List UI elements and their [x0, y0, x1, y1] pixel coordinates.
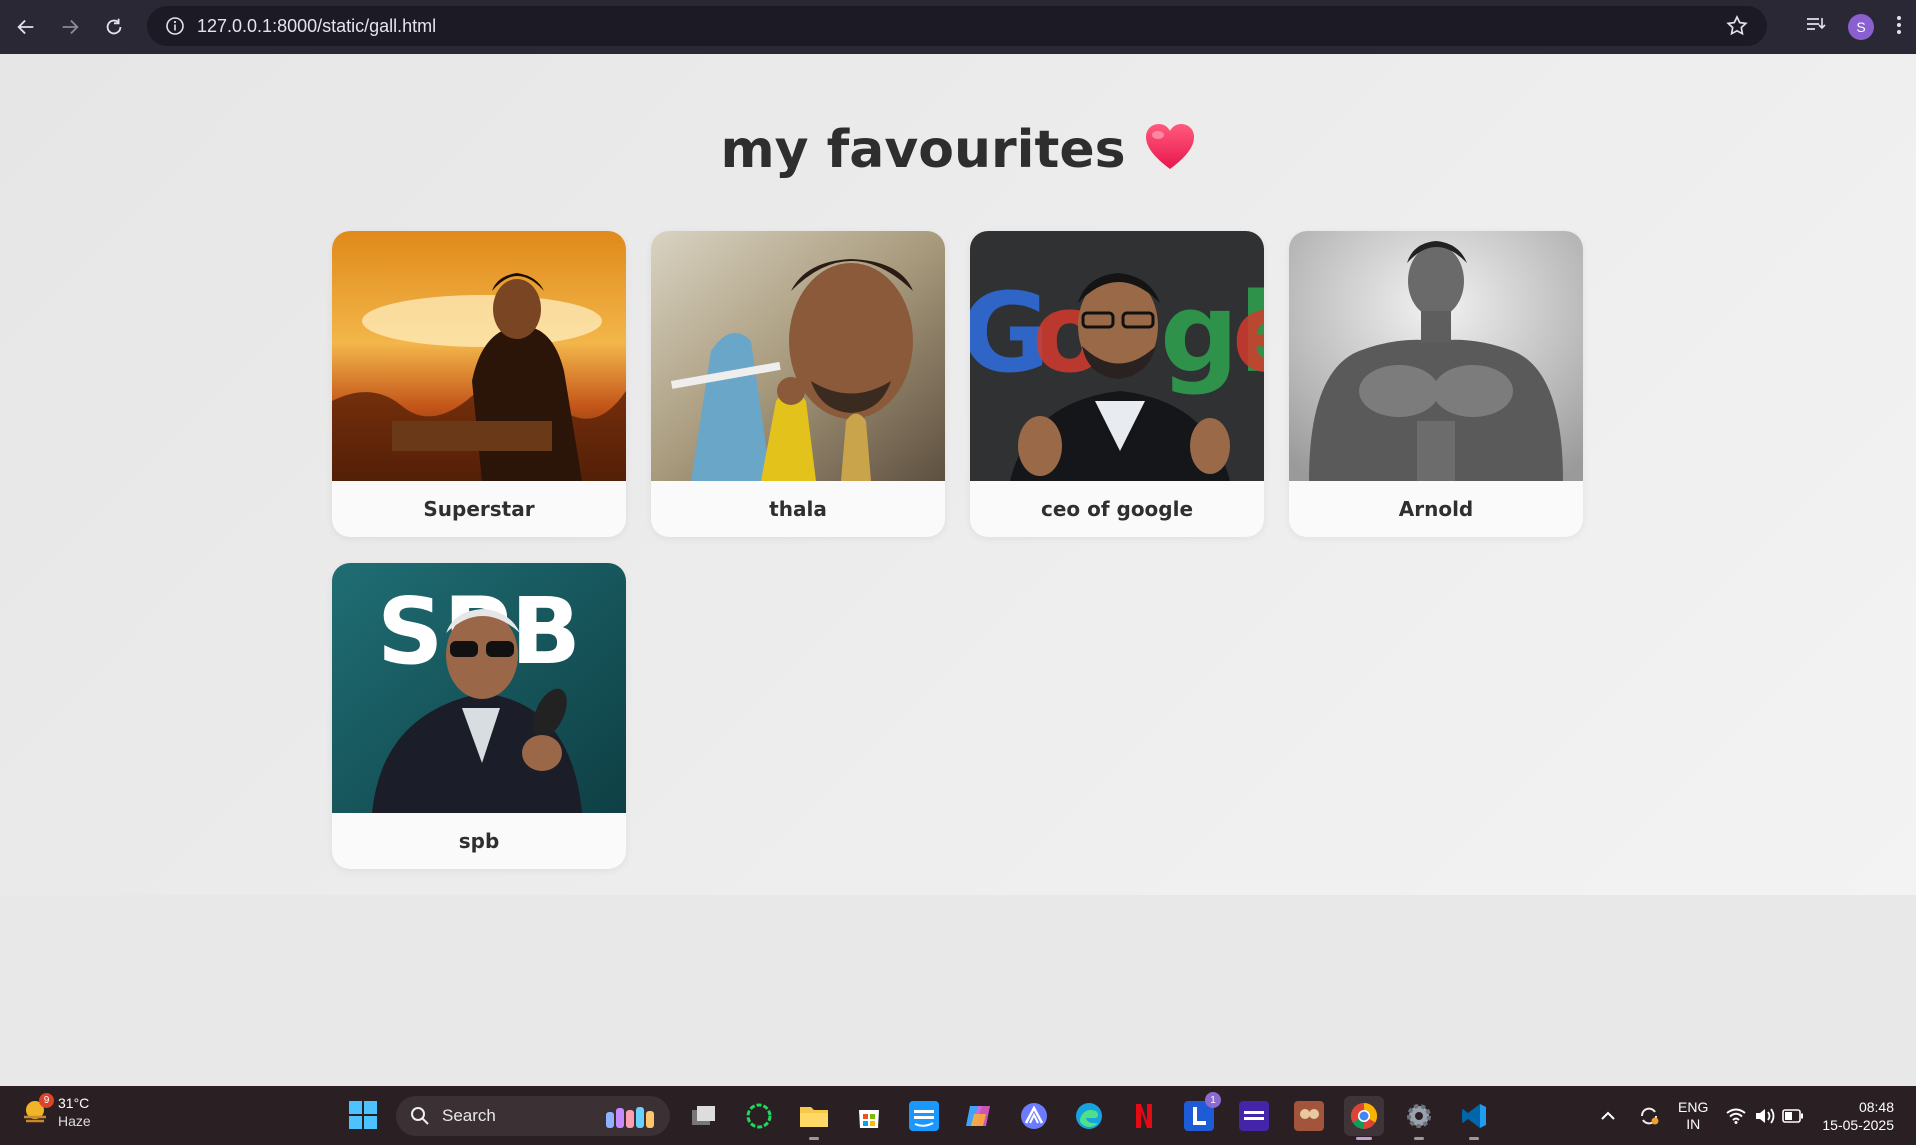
- gear-icon: [1407, 1104, 1431, 1128]
- spb-photo: SPB: [332, 563, 626, 813]
- search-label: Search: [442, 1106, 496, 1125]
- task-view-icon: [692, 1106, 715, 1125]
- copilot-button[interactable]: [959, 1096, 999, 1136]
- battery-icon[interactable]: [1782, 1108, 1804, 1123]
- chrome-button[interactable]: [1344, 1096, 1384, 1140]
- region-code: IN: [1686, 1115, 1701, 1132]
- card-caption: thala: [769, 497, 827, 521]
- page-title-text: my favourites: [720, 120, 1126, 180]
- l-app-button[interactable]: 1: [1179, 1092, 1221, 1136]
- proton-icon: [1021, 1103, 1047, 1129]
- weather-haze-icon: 9: [20, 1093, 54, 1127]
- ceo-of-google-photo: G o gl e: [970, 231, 1264, 481]
- prime-video-icon: [909, 1101, 939, 1131]
- thala-photo: [651, 231, 945, 481]
- svg-text:e: e: [1232, 269, 1264, 397]
- profile-avatar[interactable]: S: [1848, 14, 1874, 40]
- clock-date: 15-05-2025: [1822, 1116, 1894, 1133]
- superstar-photo: [332, 231, 626, 481]
- amazon-music-icon: [1239, 1101, 1269, 1131]
- arnold-photo: [1289, 231, 1583, 481]
- app-running-indicator: [1414, 1137, 1424, 1140]
- heart-icon: [1145, 124, 1194, 169]
- weather-badge: 9: [39, 1093, 54, 1108]
- page-empty-area: [0, 895, 1916, 1086]
- app-running-indicator: [1469, 1137, 1479, 1140]
- search-highlight-icon: [606, 1107, 654, 1128]
- pinned-apps: 1: [684, 1092, 1494, 1140]
- green-circle-app[interactable]: [739, 1096, 779, 1136]
- forward-button[interactable]: [50, 7, 90, 47]
- card-caption: Arnold: [1398, 497, 1474, 521]
- task-view-button[interactable]: [684, 1096, 724, 1136]
- gallery-card-arnold[interactable]: Arnold: [1289, 231, 1583, 537]
- start-button[interactable]: [348, 1100, 378, 1130]
- clock-time: 08:48: [1858, 1098, 1894, 1115]
- photo-app-button[interactable]: [1289, 1096, 1329, 1136]
- settings-button[interactable]: [1399, 1096, 1439, 1140]
- proton-app-button[interactable]: [1014, 1096, 1054, 1136]
- language-indicator[interactable]: ENG IN: [1678, 1099, 1708, 1133]
- page-title: my favourites: [0, 120, 1916, 180]
- microsoft-store-button[interactable]: [849, 1096, 889, 1136]
- copilot-icon: [966, 1106, 990, 1126]
- url-text[interactable]: 127.0.0.1:8000/static/gall.html: [197, 16, 436, 37]
- weather-widget[interactable]: 9 31°C Haze: [20, 1093, 91, 1130]
- netflix-icon: [1136, 1104, 1152, 1128]
- prime-video-button[interactable]: [904, 1096, 944, 1136]
- app-active-indicator: [1356, 1137, 1372, 1140]
- edge-button[interactable]: [1069, 1096, 1109, 1136]
- chevron-up-icon[interactable]: [1600, 1111, 1616, 1121]
- forward-icon: [62, 19, 79, 35]
- green-ring-icon: [746, 1103, 772, 1129]
- reload-icon: [106, 18, 122, 35]
- gallery-card-spb[interactable]: SPB spb: [332, 563, 626, 869]
- site-info-icon[interactable]: [153, 16, 197, 36]
- windows-taskbar: 9 31°C Haze Search 1 ENG IN 08:48 15-05-…: [0, 1086, 1916, 1145]
- weather-condition: Haze: [58, 1113, 91, 1129]
- app-running-indicator: [809, 1137, 819, 1140]
- netflix-button[interactable]: [1124, 1096, 1164, 1136]
- browser-toolbar: 127.0.0.1:8000/static/gall.html S: [0, 0, 1916, 54]
- vscode-button[interactable]: [1454, 1096, 1494, 1140]
- chrome-icon: [1350, 1102, 1378, 1130]
- gallery-card-ceo-of-google[interactable]: G o gl e ceo of google: [970, 231, 1264, 537]
- toolbar-right: S: [1804, 0, 1916, 54]
- gallery-grid: Superstar thala G o gl ceo of google Arn…: [332, 231, 1583, 869]
- address-bar[interactable]: 127.0.0.1:8000/static/gall.html: [147, 6, 1767, 46]
- tab-search-icon[interactable]: [1804, 14, 1826, 41]
- vscode-icon: [1462, 1104, 1486, 1128]
- sync-icon[interactable]: [1638, 1105, 1660, 1127]
- windows-logo-icon: [349, 1101, 377, 1129]
- page-body: my favourites Superstar thala G o gl ceo…: [0, 54, 1916, 895]
- gallery-card-thala[interactable]: thala: [651, 231, 945, 537]
- card-caption: ceo of google: [1040, 497, 1194, 521]
- l-app-badge: 1: [1205, 1092, 1221, 1108]
- folder-icon: [800, 1107, 828, 1127]
- photo-app-icon: [1294, 1101, 1324, 1131]
- menu-kebab-icon[interactable]: [1896, 14, 1902, 41]
- card-caption: spb: [458, 829, 500, 853]
- search-icon: [411, 1107, 429, 1125]
- language-code: ENG: [1678, 1098, 1709, 1115]
- wifi-icon[interactable]: [1726, 1108, 1746, 1124]
- clock[interactable]: 08:48 15-05-2025: [1822, 1098, 1894, 1134]
- gallery-card-superstar[interactable]: Superstar: [332, 231, 626, 537]
- volume-icon[interactable]: [1754, 1107, 1776, 1125]
- bookmark-star-icon[interactable]: [1725, 14, 1749, 43]
- system-tray: ENG IN 08:48 15-05-2025: [1600, 1086, 1916, 1145]
- reload-button[interactable]: [94, 7, 134, 47]
- card-caption: Superstar: [423, 497, 535, 521]
- weather-temp: 31°C: [58, 1095, 90, 1111]
- edge-icon: [1076, 1103, 1102, 1129]
- taskbar-search[interactable]: Search: [396, 1096, 670, 1136]
- back-button[interactable]: [6, 7, 46, 47]
- file-explorer-button[interactable]: [794, 1096, 834, 1140]
- store-icon: [859, 1110, 879, 1128]
- amazon-music-button[interactable]: [1234, 1096, 1274, 1136]
- back-icon: [17, 19, 34, 35]
